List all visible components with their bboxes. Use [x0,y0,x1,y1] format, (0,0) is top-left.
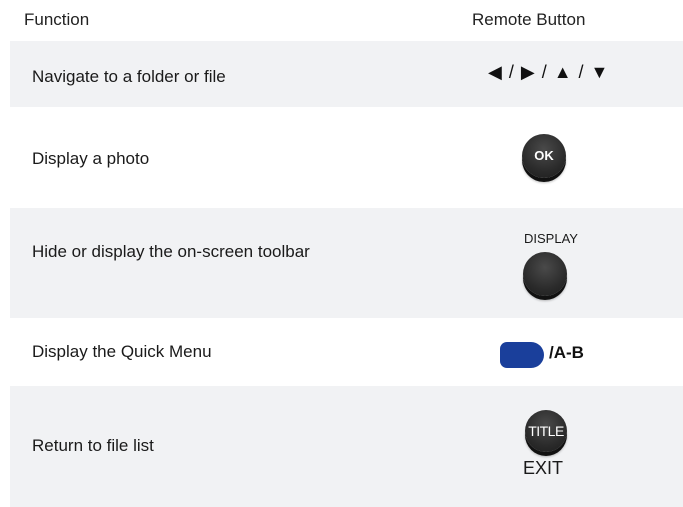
ok-button-icon: OK [522,134,566,178]
table-header: Function Remote Button [0,0,683,38]
ab-button-label: /A-B [549,343,584,362]
exit-caption: EXIT [523,458,564,478]
function-text: Display a photo [32,149,150,168]
table-row-toolbar: Hide or display the on-screen toolbar DI… [10,208,683,318]
function-column-header: Function [24,10,90,29]
remote-button-cell: TITLE EXIT [450,386,600,507]
display-button-icon [523,252,567,296]
ok-button-label: OK [534,148,554,163]
remote-button-cell: DISPLAY [450,208,600,318]
table-row-display-photo: Display a photo OK [10,107,683,208]
remote-button-cell: /A-B [450,318,600,386]
remote-button-column-header: Remote Button [472,10,586,29]
function-text: Hide or display the on-screen toolbar [32,242,310,261]
table-row-quick-menu: Display the Quick Menu /A-B [10,318,683,386]
table-row-navigate: Navigate to a folder or file ◀ / ▶ / ▲ /… [10,41,683,107]
remote-button-cell: OK [450,107,600,208]
title-button-label: TITLE [528,423,564,439]
table-row-file-list: Return to file list TITLE EXIT [10,386,683,507]
function-text: Return to file list [32,436,154,455]
function-text: Navigate to a folder or file [32,67,226,86]
display-button-caption: DISPLAY [524,231,578,246]
blue-button-icon [500,342,544,368]
remote-button-cell: ◀ / ▶ / ▲ / ▼ [450,41,608,107]
arrow-keys-icon: ◀ / ▶ / ▲ / ▼ [488,62,610,82]
function-text: Display the Quick Menu [32,342,212,361]
title-button-icon: TITLE [525,410,567,452]
